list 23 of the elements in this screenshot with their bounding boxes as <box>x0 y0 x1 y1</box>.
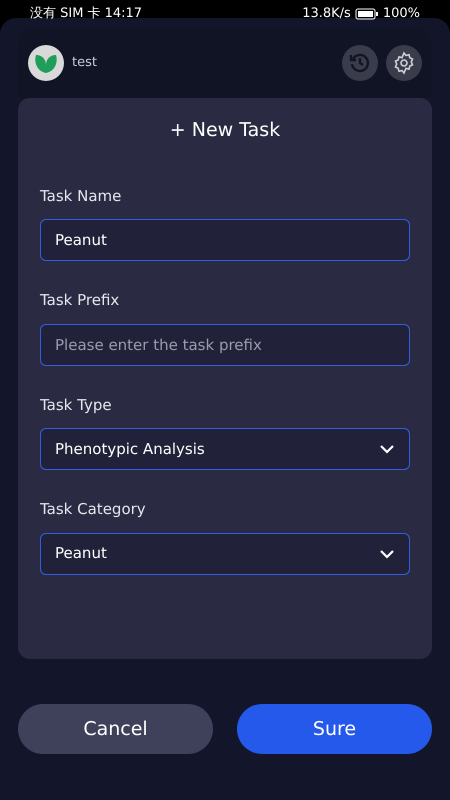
confirm-button[interactable]: Sure <box>237 704 432 754</box>
dropdown-field[interactable]: Phenotypic Analysis <box>40 428 410 470</box>
clock-text: 14:17 <box>104 5 142 24</box>
field-label: Task Name <box>40 186 122 206</box>
carrier-text: 没有 SIM 卡 <box>30 5 101 24</box>
history-icon <box>348 51 372 75</box>
field-label: Task Type <box>40 394 113 416</box>
field-label: Task Prefix <box>40 290 120 311</box>
dialog-title: + New Task <box>168 118 282 143</box>
network-speed-text: 13.8K/s <box>302 5 351 24</box>
chevron-down-icon <box>379 548 395 558</box>
leaf-logo-icon <box>28 45 64 81</box>
chevron-down-icon <box>379 444 395 454</box>
user-name: test <box>72 54 97 72</box>
settings-icon <box>392 51 416 75</box>
field-label: Task Category <box>40 499 147 520</box>
settings-button[interactable] <box>386 45 422 81</box>
cancel-button[interactable]: Cancel <box>18 704 213 754</box>
input-field[interactable]: Peanut <box>40 219 410 261</box>
battery-icon <box>354 8 379 20</box>
battery-text: 100% <box>382 5 420 24</box>
input-field[interactable]: Please enter the task prefix <box>40 324 410 366</box>
dropdown-field[interactable]: Peanut <box>40 532 410 574</box>
